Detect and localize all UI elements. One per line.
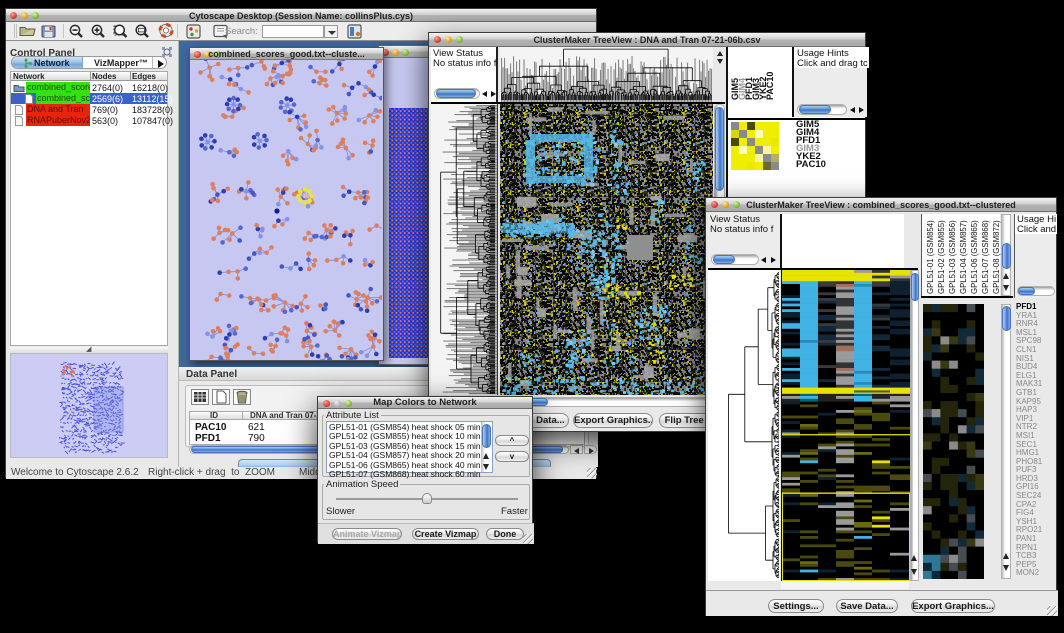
svg-text:Search:: Search:	[225, 26, 258, 37]
